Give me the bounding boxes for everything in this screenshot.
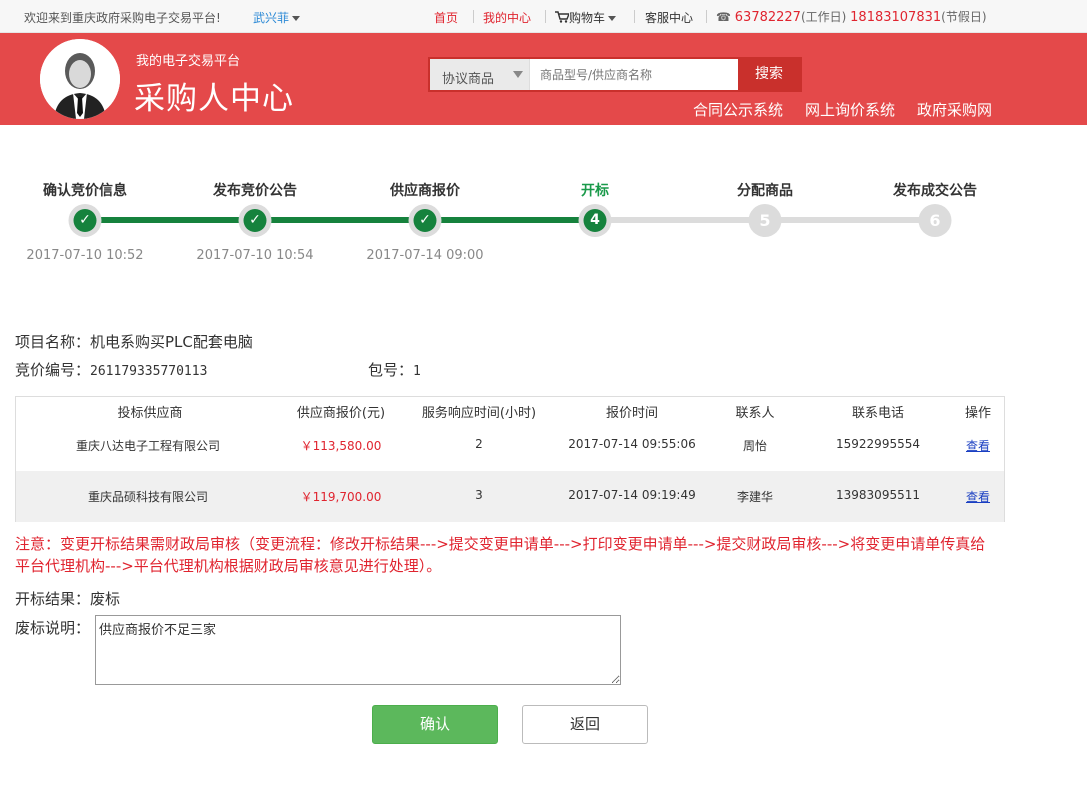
- package-label: 包号：: [368, 361, 414, 379]
- search-bar: 协议商品 搜索: [428, 57, 802, 92]
- change-notice: 注意：变更开标结果需财政局审核（变更流程：修改开标结果--->提交变更申请单--…: [15, 535, 986, 575]
- divider: [545, 10, 546, 23]
- table-header: 供应商报价(元): [296, 406, 386, 421]
- bid-result-label: 开标结果：: [15, 590, 91, 608]
- step-label-1: 确认竞价信息: [43, 183, 127, 199]
- chevron-down-icon: [608, 16, 617, 21]
- step-date-2: 2017-07-10 10:54: [196, 248, 314, 263]
- divider: [706, 10, 707, 23]
- view-link[interactable]: 查看: [966, 488, 990, 505]
- table-header: 联系电话: [851, 406, 905, 421]
- response-time: 2: [475, 437, 483, 451]
- avatar: [40, 39, 120, 119]
- header: 我的电子交易平台 采购人中心 协议商品 搜索 合同公示系统 网上询价系统 政府采…: [0, 33, 1087, 125]
- divider: [634, 10, 635, 23]
- user-avatar-icon: [40, 39, 120, 119]
- reason-label: 废标说明：: [15, 619, 91, 637]
- contact-phone: 15922995554: [836, 437, 920, 451]
- check-icon: ✓: [413, 209, 437, 232]
- step-date-1: 2017-07-10 10:52: [26, 248, 144, 263]
- contact-phone: 13983095511: [836, 488, 920, 502]
- platform-subtitle: 我的电子交易平台: [136, 54, 241, 69]
- step-label-2: 发布竞价公告: [213, 183, 297, 199]
- user-menu[interactable]: 武兴菲: [253, 9, 301, 26]
- table-row: 重庆品硕科技有限公司 ￥119,700.00 3 2017-07-14 09:1…: [16, 471, 1004, 522]
- divider: [473, 10, 474, 23]
- table-row: 重庆八达电子工程有限公司 ￥113,580.00 2 2017-07-14 09…: [16, 420, 1004, 471]
- step-node-3: ✓: [408, 204, 442, 237]
- search-category-label: 协议商品: [442, 72, 495, 87]
- step-label-4: 开标: [581, 183, 609, 199]
- table-header: 投标供应商: [117, 406, 183, 421]
- step-label-6: 发布成交公告: [893, 183, 977, 199]
- table-header: 服务响应时间(小时): [421, 406, 537, 421]
- supplier-name: 重庆八达电子工程有限公司: [75, 439, 221, 453]
- package-number: 1: [413, 364, 421, 379]
- bid-table: 投标供应商 供应商报价(元) 服务响应时间(小时) 报价时间 联系人 联系电话 …: [15, 396, 1005, 522]
- project-code-row: 竞价编号：261179335770113: [15, 359, 207, 380]
- step-number: 6: [923, 209, 947, 232]
- contact-person: 周怡: [742, 439, 768, 453]
- project-name-label: 项目名称：: [15, 333, 91, 351]
- step-node-5: 5: [748, 204, 782, 237]
- link-contract-system[interactable]: 合同公示系统: [693, 99, 783, 120]
- bid-result-value: 废标: [90, 590, 121, 608]
- user-name: 武兴菲: [253, 11, 290, 25]
- phone-holiday: 18183107831: [850, 10, 942, 25]
- table-header: 联系人: [735, 406, 775, 421]
- quote-time: 2017-07-14 09:19:49: [568, 488, 696, 502]
- link-procurement-site[interactable]: 政府采购网: [917, 99, 992, 120]
- bid-result-row: 开标结果：废标: [15, 588, 120, 609]
- nav-my-center-link[interactable]: 我的中心: [483, 9, 531, 26]
- step-date-3: 2017-07-14 09:00: [366, 248, 484, 263]
- step-node-4: 4: [578, 204, 612, 237]
- nav-cart-link[interactable]: 购物车: [555, 9, 617, 26]
- page-title: 采购人中心: [134, 81, 294, 117]
- supplier-price: ￥113,580.00: [300, 439, 382, 453]
- step-number: 5: [753, 209, 777, 232]
- search-category-select[interactable]: 协议商品: [430, 59, 530, 90]
- step-number: 4: [583, 209, 607, 232]
- quote-time: 2017-07-14 09:55:06: [568, 437, 696, 451]
- nav-service-link[interactable]: 客服中心: [645, 9, 693, 26]
- cart-icon: [555, 11, 571, 23]
- package-row: 包号：1: [368, 359, 421, 380]
- chevron-down-icon: [292, 16, 301, 21]
- step-node-2: ✓: [238, 204, 272, 237]
- back-button[interactable]: 返回: [522, 705, 648, 744]
- check-icon: ✓: [73, 209, 97, 232]
- link-inquiry-system[interactable]: 网上询价系统: [805, 99, 895, 120]
- confirm-button[interactable]: 确认: [372, 705, 498, 744]
- search-button[interactable]: 搜索: [738, 59, 800, 90]
- project-code: 261179335770113: [90, 364, 208, 379]
- triangle-down-icon: [513, 71, 523, 78]
- progress-track-done: [85, 217, 595, 223]
- view-link[interactable]: 查看: [966, 437, 990, 454]
- project-code-label: 竞价编号：: [15, 361, 91, 379]
- top-bar: 欢迎来到重庆政府采购电子交易平台! 武兴菲 首页 我的中心 购物车 客服中心 ☎…: [0, 0, 1087, 33]
- step-label-3: 供应商报价: [390, 183, 460, 199]
- table-header: 报价时间: [605, 406, 659, 421]
- step-node-6: 6: [918, 204, 952, 237]
- supplier-price: ￥119,700.00: [300, 490, 382, 504]
- welcome-text: 欢迎来到重庆政府采购电子交易平台!: [24, 11, 221, 25]
- step-label-5: 分配商品: [737, 183, 793, 199]
- contact-person: 李建华: [736, 490, 774, 504]
- search-input[interactable]: [530, 59, 738, 90]
- reason-textarea[interactable]: 供应商报价不足三家: [95, 615, 621, 685]
- cart-label: 购物车: [569, 11, 606, 25]
- nav-home-link[interactable]: 首页: [434, 9, 458, 26]
- step-node-1: ✓: [68, 204, 102, 237]
- response-time: 3: [475, 488, 483, 502]
- phone-work-suffix: (工作日): [800, 10, 847, 24]
- phone-holiday-suffix: (节假日): [941, 10, 987, 24]
- check-icon: ✓: [243, 209, 267, 232]
- project-name-row: 项目名称：机电系购买PLC配套电脑: [15, 331, 253, 352]
- phone-icon: ☎: [716, 10, 731, 24]
- phone-work: 63782227: [734, 10, 801, 25]
- supplier-name: 重庆品硕科技有限公司: [87, 490, 209, 504]
- phone-info: ☎ 63782227(工作日) 18183107831(节假日): [716, 8, 987, 25]
- table-header: 操作: [964, 406, 992, 421]
- project-name: 机电系购买PLC配套电脑: [90, 333, 253, 351]
